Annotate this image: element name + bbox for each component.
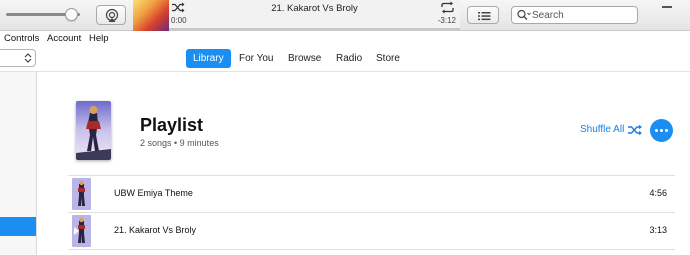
row-divider — [68, 249, 675, 250]
ellipsis-icon — [655, 129, 668, 132]
menu-controls[interactable]: Controls — [4, 33, 39, 44]
tab-for-you[interactable]: For You — [232, 49, 280, 68]
nav-divider — [0, 71, 690, 72]
search-input[interactable] — [532, 8, 632, 22]
search-icon — [517, 9, 531, 20]
track-artwork — [72, 178, 91, 210]
up-next-button[interactable] — [467, 6, 499, 24]
airplay-icon — [105, 8, 119, 22]
tab-browse[interactable]: Browse — [281, 49, 328, 68]
now-playing-display: 21. Kakarot Vs Broly 0:00 -3:12 — [169, 0, 460, 31]
now-playing-artwork[interactable] — [133, 0, 169, 31]
shuffle-all-button[interactable]: Shuffle All — [580, 124, 624, 135]
tab-store[interactable]: Store — [369, 49, 407, 68]
more-options-button[interactable] — [650, 119, 673, 142]
playlist-title: Playlist — [140, 115, 204, 135]
track-title: 21. Kakarot Vs Broly — [114, 225, 197, 235]
track-duration: 3:13 — [649, 225, 667, 235]
playlist-subtitle: 2 songs • 9 minutes — [140, 138, 219, 148]
playlist-artwork-image — [76, 101, 111, 160]
track-row[interactable]: 21. Kakarot Vs Broly 3:13 — [68, 213, 675, 249]
remaining-time: -3:12 — [437, 16, 456, 25]
player-bar: 21. Kakarot Vs Broly 0:00 -3:12 — [0, 0, 690, 31]
search-box[interactable] — [511, 6, 638, 24]
track-row[interactable]: UBW Emiya Theme 4:56 — [68, 176, 675, 212]
repeat-icon[interactable] — [440, 1, 455, 14]
track-title: UBW Emiya Theme — [114, 188, 193, 198]
media-source-select[interactable] — [0, 49, 36, 67]
sidebar-selected-item[interactable] — [0, 217, 36, 236]
shuffle-icon[interactable] — [627, 124, 643, 136]
airplay-button[interactable] — [96, 5, 126, 25]
volume-slider-knob[interactable] — [65, 8, 79, 21]
sidebar — [0, 72, 37, 255]
track-artwork — [72, 215, 91, 247]
list-icon — [478, 12, 491, 21]
track-duration: 4:56 — [649, 188, 667, 198]
playlist-artwork[interactable] — [76, 101, 111, 160]
updown-chevron-icon — [24, 53, 32, 63]
elapsed-time: 0:00 — [171, 16, 187, 25]
menu-bar: Controls Account Help — [0, 31, 690, 47]
menu-account[interactable]: Account — [47, 33, 81, 44]
nav-bar: Library For You Browse Radio Store — [0, 47, 690, 71]
now-playing-title: 21. Kakarot Vs Broly — [271, 3, 358, 14]
tab-radio[interactable]: Radio — [329, 49, 369, 68]
minimize-window-icon[interactable] — [662, 6, 672, 8]
tab-library[interactable]: Library — [186, 49, 231, 68]
menu-help[interactable]: Help — [89, 33, 109, 44]
